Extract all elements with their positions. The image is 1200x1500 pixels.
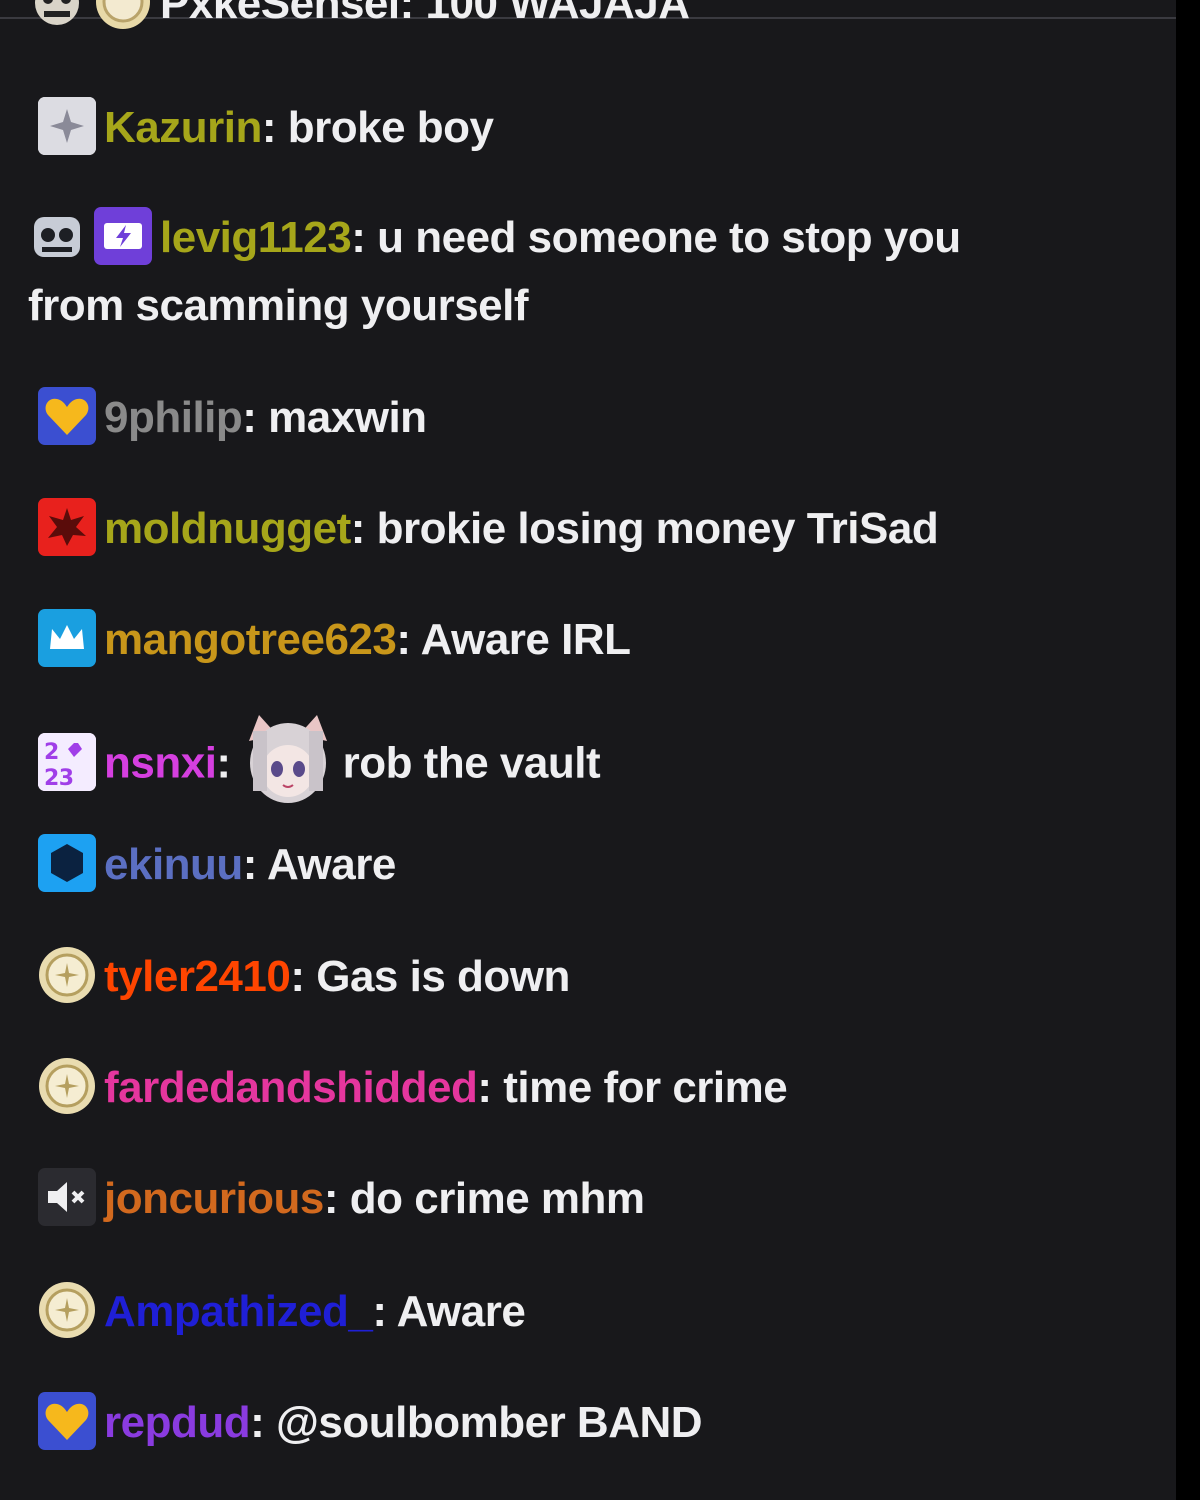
- chat-message: repdud: @soulbomber BAND: [38, 1389, 1116, 1457]
- purple-bolt-badge-icon[interactable]: [94, 207, 152, 266]
- chat-message: PxkeSensei: 100 WAJAJA: [28, 0, 1116, 38]
- chat-username[interactable]: fardedandshidded: [104, 1063, 478, 1112]
- chat-username[interactable]: PxkeSensei: [160, 0, 400, 28]
- chat-message: ekinuu: Aware: [38, 831, 1116, 899]
- chat-text: brokie losing money TriSad: [376, 504, 939, 553]
- monster-badge-icon[interactable]: [28, 0, 86, 31]
- 2023-badge-icon[interactable]: 2 23: [38, 733, 96, 791]
- chat-username[interactable]: repdud: [104, 1398, 251, 1447]
- chat-message: tyler2410: Gas is down: [38, 943, 1116, 1011]
- chat-message: levig1123: u need someone to stop you fr…: [28, 204, 1068, 340]
- chat-text: do crime mhm: [349, 1174, 645, 1223]
- chat-username[interactable]: moldnugget: [104, 504, 351, 553]
- gold-heart-badge-icon[interactable]: [38, 1392, 96, 1451]
- silver-sparkle-badge-icon[interactable]: [38, 97, 96, 156]
- chat-text: @soulbomber BAND: [276, 1398, 703, 1447]
- blue-hexagon-badge-icon[interactable]: [38, 834, 96, 893]
- chat-text: maxwin: [268, 393, 427, 442]
- gold-heart-badge-icon[interactable]: [38, 387, 96, 446]
- chat-text: time for crime: [503, 1063, 788, 1112]
- robot-face-badge-icon[interactable]: [28, 207, 86, 265]
- chat-message: mangotree623: Aware IRL: [38, 606, 1116, 674]
- chat-text: rob the vault: [342, 738, 601, 788]
- chat-username[interactable]: Kazurin: [104, 103, 262, 152]
- gold-coin-badge-icon[interactable]: [38, 1281, 96, 1339]
- gold-coin-badge-icon[interactable]: [94, 0, 152, 31]
- chat-username[interactable]: Ampathized_: [104, 1287, 373, 1336]
- chat-text: Aware IRL: [420, 615, 631, 664]
- chat-message: 9philip: maxwin: [38, 384, 1116, 452]
- chat-username[interactable]: mangotree623: [104, 615, 397, 664]
- chat-message: fardedandshidded: time for crime: [38, 1054, 1116, 1122]
- chat-username[interactable]: joncurious: [104, 1174, 324, 1223]
- chat-text: Gas is down: [316, 952, 570, 1001]
- gold-coin-badge-icon[interactable]: [38, 946, 96, 1004]
- chat-text: Aware: [267, 840, 396, 889]
- chat-username[interactable]: tyler2410: [104, 952, 291, 1001]
- chat-text: Aware: [396, 1287, 526, 1336]
- scrollbar[interactable]: [1176, 0, 1200, 1500]
- chat-message: 2 23 nsnxi: rob the vault: [38, 715, 1116, 815]
- chat-username[interactable]: nsnxi: [104, 739, 217, 788]
- red-burst-badge-icon[interactable]: [38, 498, 96, 557]
- chat-panel: PxkeSensei: 100 WAJAJA Kazurin: broke bo…: [0, 0, 1176, 1500]
- chat-username[interactable]: 9philip: [104, 393, 243, 442]
- muted-speaker-badge-icon[interactable]: [38, 1168, 96, 1227]
- svg-text:23: 23: [44, 766, 74, 791]
- chat-username[interactable]: ekinuu: [104, 840, 243, 889]
- gold-coin-badge-icon[interactable]: [38, 1057, 96, 1115]
- chat-text: broke boy: [287, 103, 494, 152]
- chat-text: 100 WAJAJA: [425, 0, 691, 28]
- chat-message: Ampathized_: Aware: [38, 1278, 1116, 1346]
- svg-text:2: 2: [44, 740, 59, 765]
- crown-badge-icon[interactable]: [38, 609, 96, 668]
- chat-message: moldnugget: brokie losing money TriSad: [38, 495, 1116, 563]
- chat-message: joncurious: do crime mhm: [38, 1165, 1116, 1233]
- chat-username[interactable]: levig1123: [160, 213, 352, 262]
- chat-message: Kazurin: broke boy: [38, 94, 1116, 162]
- catgirl-emote-icon[interactable]: [239, 711, 337, 809]
